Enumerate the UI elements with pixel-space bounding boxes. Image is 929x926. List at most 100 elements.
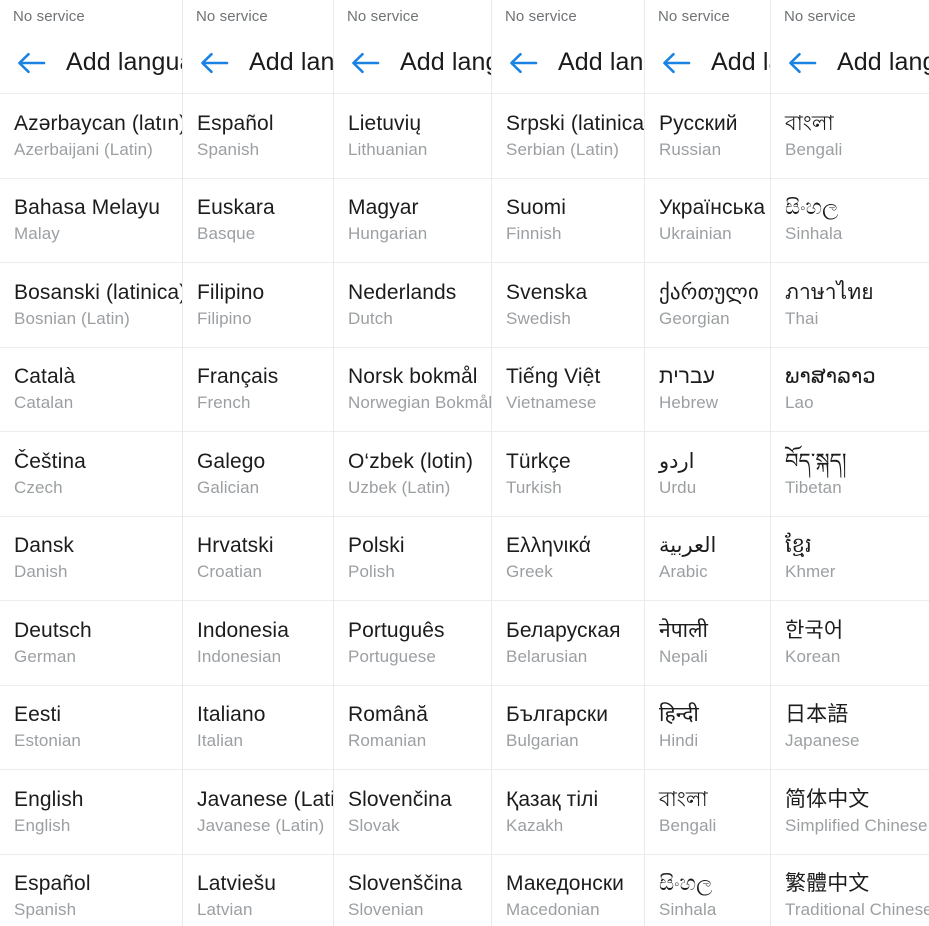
carrier-status-label: No service — [658, 7, 730, 25]
language-list-item[interactable]: Latviešu Latvian — [183, 855, 333, 926]
language-list[interactable]: Русский Russian Українська Ukrainian ქართული… — [645, 94, 770, 926]
language-list-item[interactable]: Galego Galician — [183, 432, 333, 517]
language-native-name: Türkçe — [506, 449, 571, 473]
language-list-item[interactable]: עברית Hebrew — [645, 348, 770, 432]
language-native-name: Italiano — [197, 703, 266, 727]
language-list-item[interactable]: Javanese (Latin) Javanese (Latin) — [183, 770, 333, 855]
language-english-name: Filipino — [197, 308, 252, 328]
language-native-name: العربية — [659, 534, 717, 558]
app-bar: Add langua — [0, 32, 182, 94]
language-native-name: Galego — [197, 449, 266, 473]
language-english-name: Vietnamese — [506, 393, 597, 412]
language-list-item[interactable]: සිංහල Sinhala — [771, 179, 929, 263]
language-native-name: বাংলা — [785, 111, 834, 135]
language-list-item[interactable]: Lietuvių Lithuanian — [334, 94, 491, 179]
language-native-name: Български — [506, 703, 609, 727]
language-list-item[interactable]: Srpski (latinica) Serbian (Latin) — [492, 94, 644, 179]
language-list-item[interactable]: Català Catalan — [0, 348, 182, 432]
language-list-item[interactable]: Suomi Finnish — [492, 179, 644, 263]
language-list-item[interactable]: Español Spanish — [183, 94, 333, 179]
language-list[interactable]: Azərbaycan (latın) Azerbaijani (Latin) Bah… — [0, 94, 182, 926]
language-english-name: Azerbaijani (Latin) — [14, 139, 153, 159]
language-list-item[interactable]: Tiếng Việt Vietnamese — [492, 348, 644, 432]
language-list-item[interactable]: Македонски Macedonian — [492, 855, 644, 926]
language-list-item[interactable]: Indonesia Indonesian — [183, 601, 333, 686]
language-native-name: 日本語 — [785, 703, 849, 727]
arrow-left-icon[interactable] — [785, 46, 819, 80]
language-english-name: Khmer — [785, 562, 836, 581]
language-list-item[interactable]: Nederlands Dutch — [334, 263, 491, 348]
language-list-item[interactable]: Dansk Danish — [0, 517, 182, 601]
composite-screenshot-strip: No service Add langua Azərbaycan (latın) Az… — [0, 0, 929, 926]
language-list-item[interactable]: Euskara Basque — [183, 179, 333, 263]
language-list-item[interactable]: Slovenčina Slovak — [334, 770, 491, 855]
language-native-name: Eesti — [14, 703, 62, 727]
language-native-name: Slovenčina — [348, 787, 452, 811]
language-list-item[interactable]: हिन्दी Hindi — [645, 686, 770, 770]
language-list[interactable]: Lietuvių Lithuanian Magyar Hungarian Nederla… — [334, 94, 491, 926]
language-list-item[interactable]: Italiano Italian — [183, 686, 333, 770]
language-list-item[interactable]: Türkçe Turkish — [492, 432, 644, 517]
language-english-name: French — [197, 393, 251, 412]
arrow-left-icon[interactable] — [197, 46, 231, 80]
language-list-item[interactable]: Français French — [183, 348, 333, 432]
language-list-item[interactable]: བོད་སྐད། Tibetan — [771, 432, 929, 517]
language-native-name: Dansk — [14, 534, 75, 558]
language-list-item[interactable]: 繁體中文 Traditional Chinese — [771, 855, 929, 926]
language-list-item[interactable]: Bahasa Melayu Malay — [0, 179, 182, 263]
language-list-item[interactable]: Svenska Swedish — [492, 263, 644, 348]
page-title: Add la — [711, 48, 770, 76]
language-list-item[interactable]: العربية Arabic — [645, 517, 770, 601]
language-english-name: Ukrainian — [659, 224, 732, 243]
arrow-left-icon[interactable] — [348, 46, 382, 80]
language-list-item[interactable]: Español Spanish — [0, 855, 182, 926]
language-list-item[interactable]: Hrvatski Croatian — [183, 517, 333, 601]
language-list-item[interactable]: Magyar Hungarian — [334, 179, 491, 263]
language-list-item[interactable]: Bosanski (latinica) Bosnian (Latin) — [0, 263, 182, 348]
arrow-left-icon[interactable] — [14, 46, 48, 80]
language-list[interactable]: বাংলা Bengali සිංහල Sinhala ภาษาไทย Thai ພາສາລ… — [771, 94, 929, 926]
language-list-item[interactable]: සිංහල Sinhala — [645, 855, 770, 926]
language-list-item[interactable]: বাংলা Bengali — [771, 94, 929, 179]
language-list-item[interactable]: Қазақ тілі Kazakh — [492, 770, 644, 855]
language-list-item[interactable]: O‘zbek (lotin) Uzbek (Latin) — [334, 432, 491, 517]
language-list[interactable]: Srpski (latinica) Serbian (Latin) Suomi Fin… — [492, 94, 644, 926]
language-list-item[interactable]: Deutsch German — [0, 601, 182, 686]
language-list-item[interactable]: Norsk bokmål Norwegian Bokmål — [334, 348, 491, 432]
language-english-name: Galician — [197, 477, 260, 497]
language-native-name: Français — [197, 365, 279, 389]
language-list-item[interactable]: ພາສາລາວ Lao — [771, 348, 929, 432]
language-native-name: עברית — [659, 365, 716, 389]
language-native-name: Svenska — [506, 280, 588, 304]
language-native-name: Srpski (latinica) — [506, 111, 644, 135]
language-list-item[interactable]: Polski Polish — [334, 517, 491, 601]
language-english-name: Hebrew — [659, 393, 719, 412]
arrow-left-icon[interactable] — [659, 46, 693, 80]
arrow-left-icon[interactable] — [506, 46, 540, 80]
language-list-item[interactable]: Беларуская Belarusian — [492, 601, 644, 686]
language-list-item[interactable]: Azərbaycan (latın) Azerbaijani (Latin) — [0, 94, 182, 179]
language-list-item[interactable]: Eesti Estonian — [0, 686, 182, 770]
language-list-item[interactable]: Slovenščina Slovenian — [334, 855, 491, 926]
language-list-item[interactable]: ภาษาไทย Thai — [771, 263, 929, 348]
language-list-item[interactable]: اردو Urdu — [645, 432, 770, 517]
language-list-item[interactable]: Български Bulgarian — [492, 686, 644, 770]
language-list-item[interactable]: ខ្មែរ Khmer — [771, 517, 929, 601]
language-list-item[interactable]: বাংলা Bengali — [645, 770, 770, 855]
language-list-item[interactable]: Русский Russian — [645, 94, 770, 179]
language-native-name: Русский — [659, 111, 738, 135]
language-list-item[interactable]: English English — [0, 770, 182, 855]
language-list-item[interactable]: Ελληνικά Greek — [492, 517, 644, 601]
language-list-item[interactable]: 한국어 Korean — [771, 601, 929, 686]
language-list-item[interactable]: Filipino Filipino — [183, 263, 333, 348]
language-list-item[interactable]: नेपाली Nepali — [645, 601, 770, 686]
language-list-item[interactable]: Português Portuguese — [334, 601, 491, 686]
language-list-item[interactable]: 日本語 Japanese — [771, 686, 929, 770]
language-list-item[interactable]: Українська Ukrainian — [645, 179, 770, 263]
language-list-item[interactable]: ქართული Georgian — [645, 263, 770, 348]
language-native-name: Slovenščina — [348, 872, 463, 896]
language-list[interactable]: Español Spanish Euskara Basque Filipino Filip… — [183, 94, 333, 926]
language-list-item[interactable]: 简体中文 Simplified Chinese — [771, 770, 929, 855]
language-list-item[interactable]: Română Romanian — [334, 686, 491, 770]
language-list-item[interactable]: Čeština Czech — [0, 432, 182, 517]
